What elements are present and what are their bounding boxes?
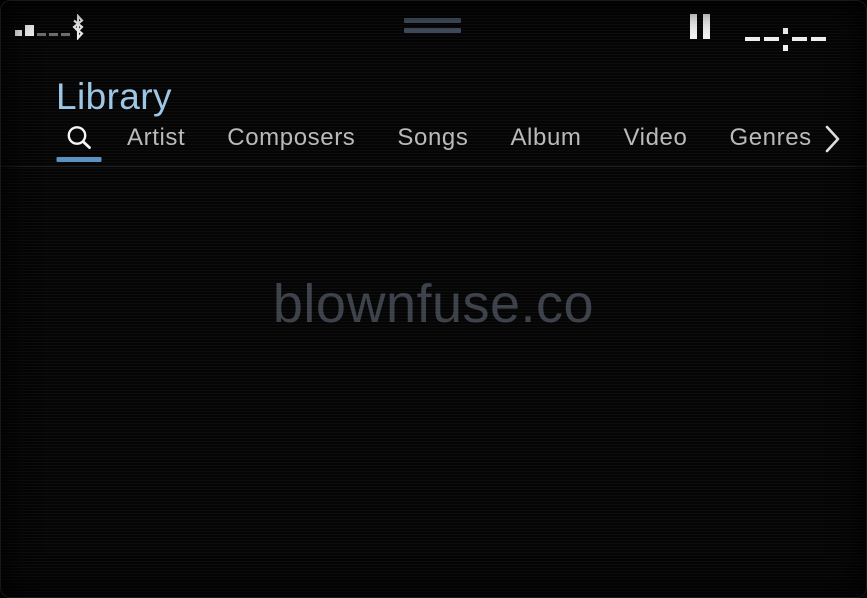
tab-video-label: Video	[623, 124, 688, 151]
tab-composers-label: Composers	[227, 124, 356, 151]
bluetooth-icon	[69, 13, 87, 41]
status-bar	[0, 0, 867, 58]
signal-bar-1	[15, 30, 22, 36]
signal-bar-2	[25, 25, 34, 36]
menu-line-2	[404, 28, 461, 33]
menu-lines-icon[interactable]	[404, 18, 461, 33]
tab-bar-divider	[0, 166, 867, 167]
clock-hour-dash-2	[764, 37, 779, 41]
watermark-text: blownfuse.co	[272, 274, 595, 334]
library-tab-bar: Artist Composers Songs Album Video Genre…	[0, 118, 867, 164]
pause-bar-left	[690, 14, 697, 39]
active-tab-underline	[56, 157, 102, 162]
clock-minute-dash-1	[792, 37, 807, 41]
page-title: Library	[56, 76, 172, 117]
tab-album-label: Album	[510, 124, 582, 151]
tab-video[interactable]: Video	[602, 118, 708, 158]
tab-artist-label: Artist	[127, 124, 186, 151]
infotainment-screen: Library Artist Composers Songs Album Vid…	[0, 0, 867, 598]
clock-colon-bottom	[783, 45, 788, 51]
tab-genres-label: Genres	[729, 124, 812, 151]
signal-strength-icon	[15, 20, 70, 36]
clock-hour-dash-1	[745, 37, 760, 41]
signal-bar-3	[37, 33, 46, 36]
clock-minute-dash-2	[811, 37, 826, 41]
tab-songs-label: Songs	[397, 124, 469, 151]
pause-icon[interactable]	[690, 14, 712, 39]
clock-colon-top	[783, 28, 788, 34]
tab-search[interactable]	[52, 118, 106, 162]
tab-composers[interactable]: Composers	[206, 118, 376, 158]
tab-artist[interactable]: Artist	[106, 118, 206, 158]
tab-strip: Artist Composers Songs Album Video Genre…	[52, 118, 833, 162]
search-icon	[67, 126, 91, 150]
tab-songs[interactable]: Songs	[376, 118, 489, 158]
chevron-right-icon[interactable]	[815, 120, 849, 158]
library-content-area: blownfuse.co	[0, 167, 867, 598]
pause-bar-right	[703, 14, 710, 39]
clock-display	[745, 22, 827, 51]
menu-line-1	[404, 18, 461, 23]
signal-bar-4	[49, 33, 58, 36]
tab-album[interactable]: Album	[489, 118, 602, 158]
